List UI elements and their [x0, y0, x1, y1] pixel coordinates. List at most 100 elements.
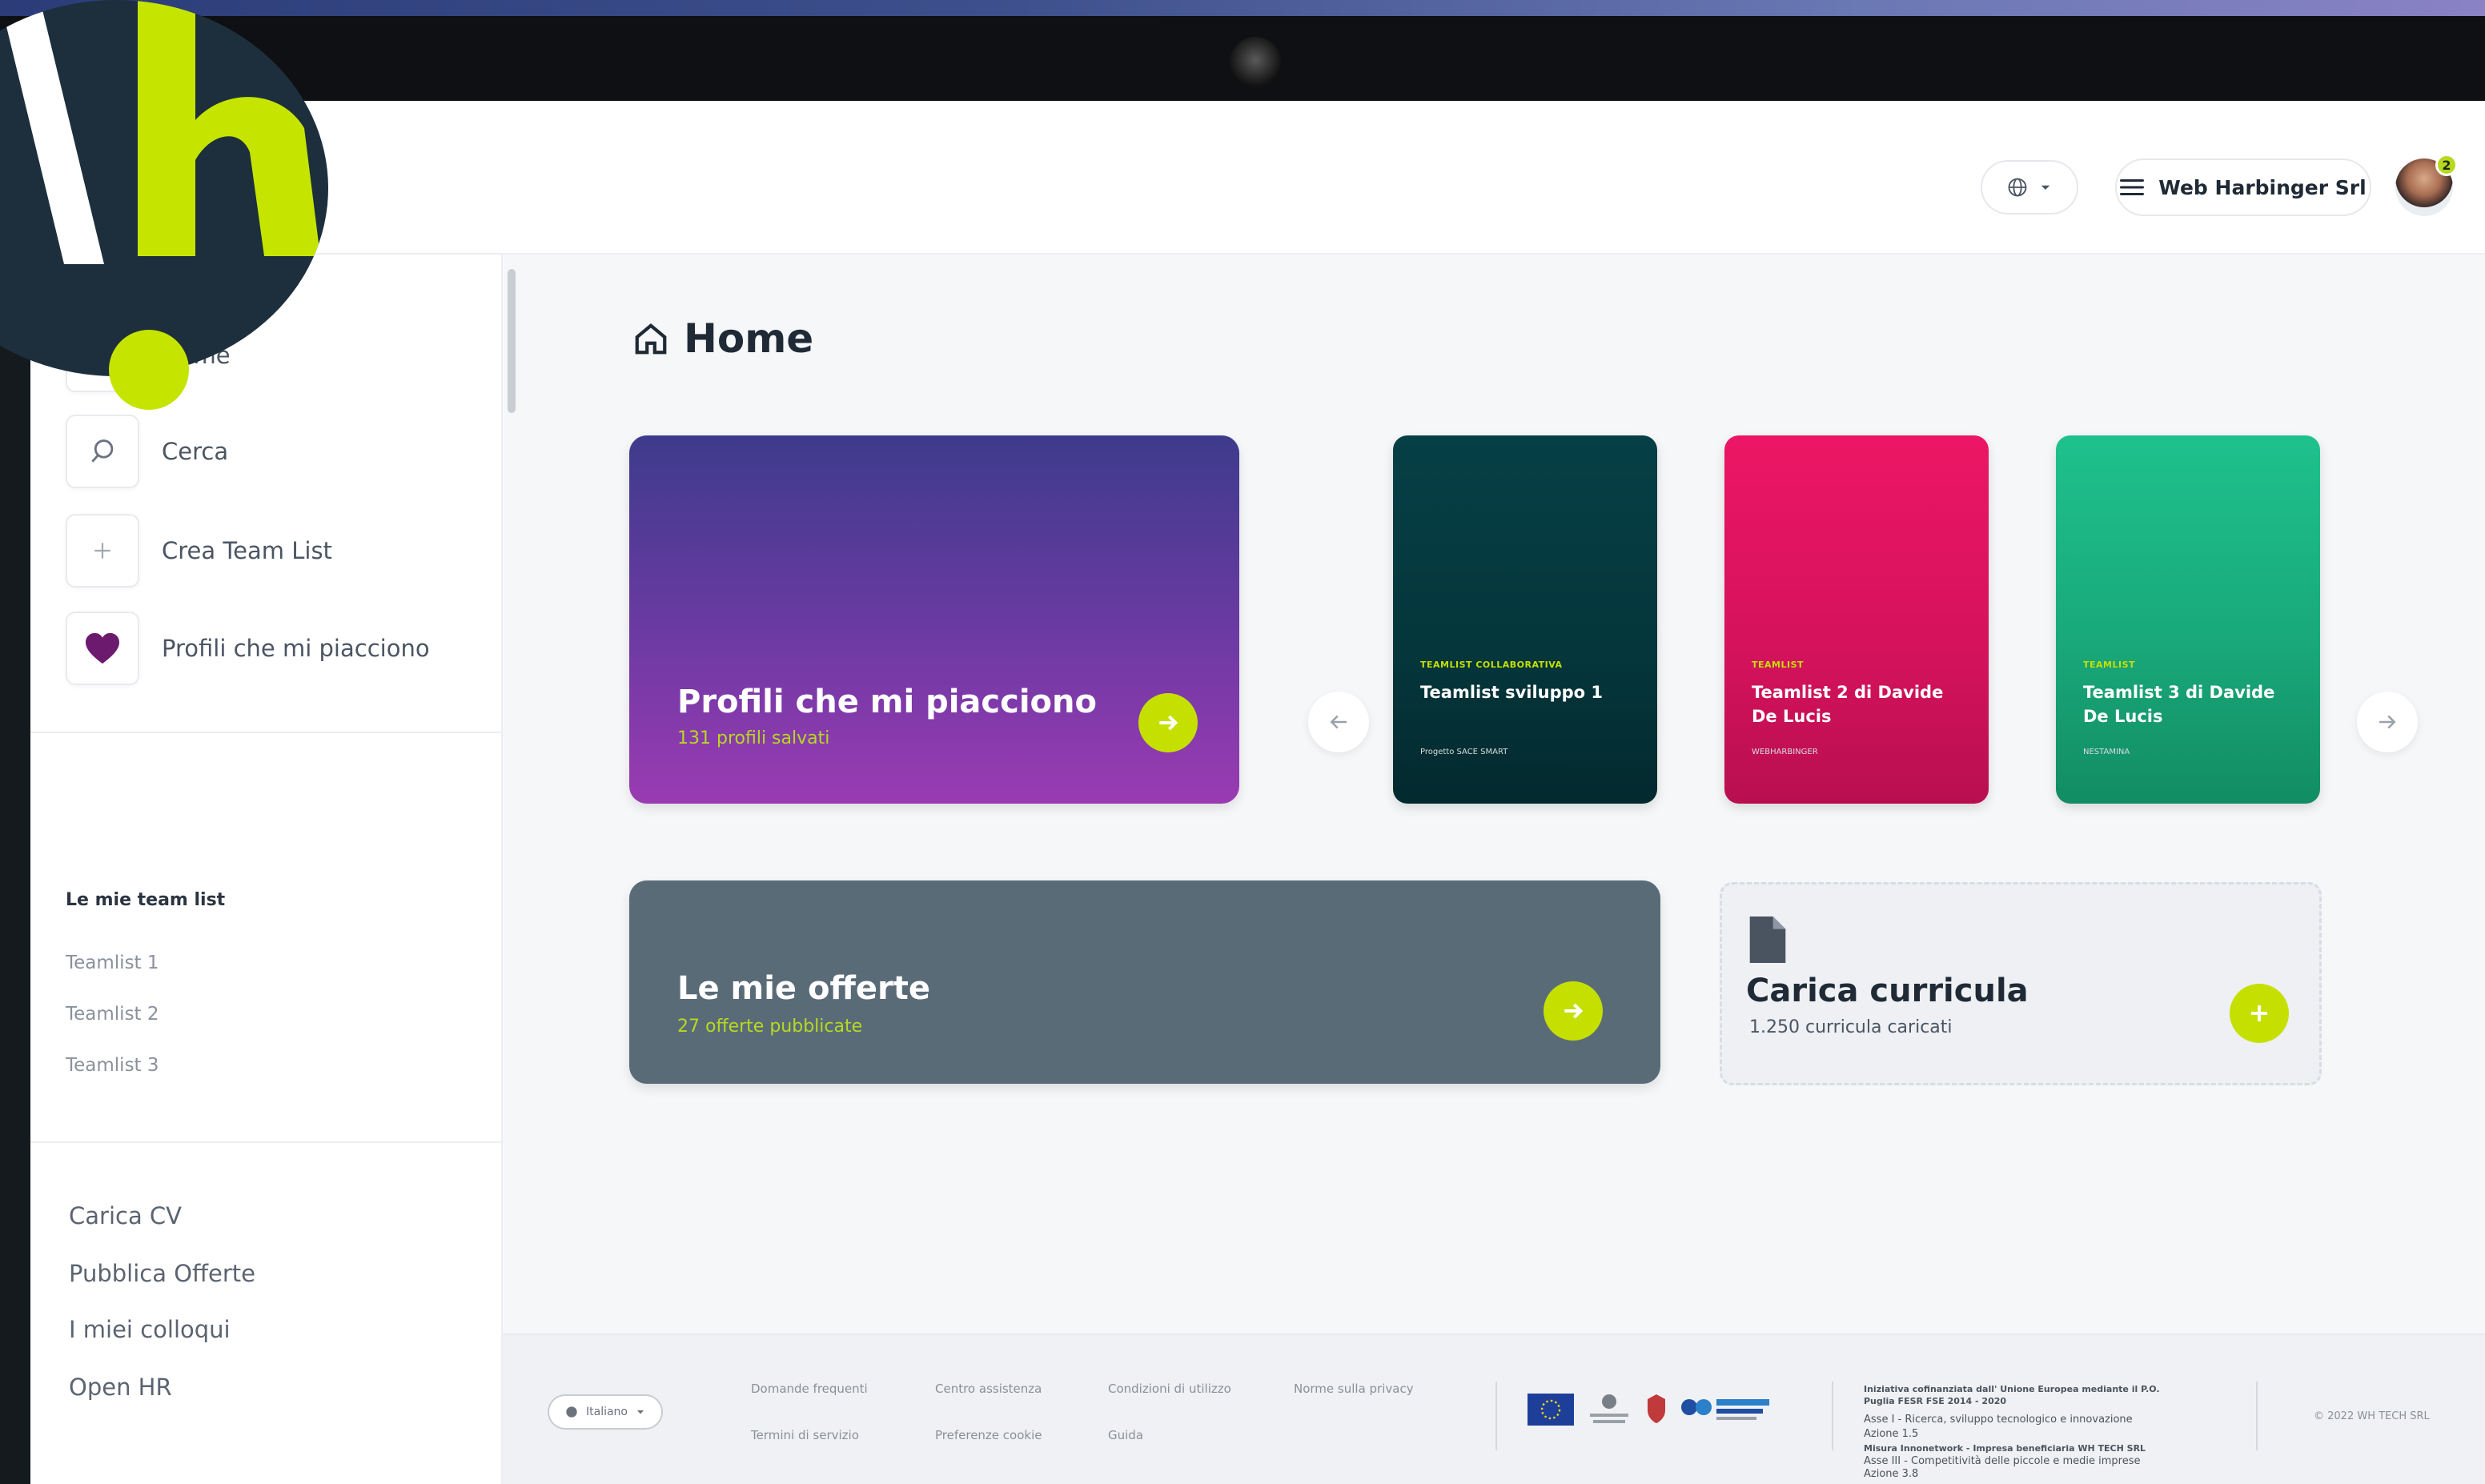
- search-icon: [91, 439, 114, 463]
- company-name: Web Harbinger Srl: [2158, 175, 2367, 199]
- footer-link-cookie-preferences[interactable]: Preferenze cookie: [935, 1428, 1042, 1442]
- sidebar-teamlist-3[interactable]: Teamlist 3: [66, 1055, 159, 1076]
- teamlist-card-tag: TEAMLIST: [2083, 660, 2136, 670]
- teamlist-card-tag: TEAMLIST: [1752, 660, 1805, 670]
- footer-legal-asse3: Asse III - Competitività delle piccole e…: [1864, 1455, 2141, 1467]
- footer-legal-asse1: Asse I - Ricerca, sviluppo tecnologico e…: [1864, 1414, 2133, 1426]
- sidebar: Home Cerca Crea Team List Profili che mi…: [30, 255, 503, 1484]
- plus-icon: [94, 543, 110, 559]
- footer-legal-beneficiary: Misura Innonetwork - Impresa beneficiari…: [1864, 1443, 2146, 1454]
- app-screen: Web Harbinger Srl 2 Home Cerca Crea Team…: [30, 101, 2485, 1484]
- link-carica-cv[interactable]: Carica CV: [69, 1202, 182, 1229]
- liked-card-title: Profili che mi piacciono: [677, 684, 1097, 720]
- company-menu-button[interactable]: Web Harbinger Srl: [2115, 158, 2371, 216]
- carousel-next-button[interactable]: [2357, 692, 2418, 752]
- my-offers-card[interactable]: Le mie offerte 27 offerte pubblicate: [629, 880, 1660, 1084]
- link-miei-colloqui[interactable]: I miei colloqui: [69, 1316, 231, 1343]
- footer-link-terms-of-service[interactable]: Termini di servizio: [751, 1428, 859, 1442]
- footer-copyright: © 2022 WH TECH SRL: [2314, 1410, 2430, 1422]
- offers-card-subtitle: 27 offerte pubblicate: [677, 1017, 863, 1037]
- footer-link-faq[interactable]: Domande frequenti: [751, 1382, 868, 1396]
- teamlist-card-meta: Progetto SACE SMART: [1420, 748, 1508, 756]
- monitor-bezel: [0, 16, 2485, 101]
- heart-icon-box: [66, 612, 139, 685]
- sidebar-item-profili[interactable]: Profili che mi piacciono: [66, 612, 430, 685]
- ministry-emblem-logo: [1585, 1391, 1633, 1428]
- menu-icon: [2120, 179, 2145, 195]
- footer-separator: [1495, 1382, 1497, 1450]
- wh-logo: [0, 0, 328, 376]
- sidebar-item-crea-team-list[interactable]: Crea Team List: [66, 514, 332, 588]
- offers-card-title: Le mie offerte: [677, 970, 930, 1007]
- footer-link-guide[interactable]: Guida: [1108, 1428, 1143, 1442]
- teamlist-card-meta: NESTAMINA: [2083, 748, 2130, 756]
- sidebar-scrollbar[interactable]: [508, 269, 516, 413]
- language-switcher[interactable]: [1981, 160, 2078, 215]
- teamlist-card-tag: TEAMLIST COLLABORATIVA: [1420, 660, 1563, 670]
- teamlist-section-title: Le mie team list: [66, 890, 226, 910]
- chevron-down-icon: [637, 1410, 644, 1414]
- plus-icon: [2251, 1005, 2267, 1021]
- heart-icon: [86, 632, 119, 664]
- footer-separator: [1832, 1382, 1833, 1450]
- offers-card-arrow-button[interactable]: [1544, 981, 1603, 1041]
- liked-card-arrow-button[interactable]: [1138, 693, 1198, 752]
- upload-cv-card[interactable]: Carica curricula 1.250 curricula caricat…: [1720, 882, 2322, 1085]
- monitor-top-edge: [0, 0, 2485, 16]
- footer-language-select[interactable]: Italiano: [548, 1394, 663, 1430]
- arrow-right-icon: [1564, 1003, 1584, 1019]
- link-pubblica-offerte[interactable]: Pubblica Offerte: [69, 1260, 255, 1287]
- footer: Italiano Domande frequenti Centro assist…: [503, 1334, 2485, 1484]
- sidebar-divider: [30, 732, 503, 733]
- sidebar-teamlist-1[interactable]: Teamlist 1: [66, 953, 159, 973]
- footer-legal-azione1: Azione 1.5: [1864, 1428, 1919, 1440]
- teamlist-card-name: Teamlist 3 di Davide De Lucis: [2083, 683, 2275, 726]
- liked-profiles-card[interactable]: Profili che mi piacciono 131 profili sal…: [629, 435, 1239, 804]
- footer-legal-azione3: Azione 3.8: [1864, 1468, 1919, 1480]
- top-header: Web Harbinger Srl 2: [30, 101, 2485, 255]
- footer-link-terms-of-use[interactable]: Condizioni di utilizzo: [1108, 1382, 1231, 1396]
- teamlist-card[interactable]: TEAMLIST COLLABORATIVA Teamlist sviluppo…: [1393, 435, 1657, 804]
- puglia-fesr-logo: [1680, 1391, 1772, 1428]
- sidebar-item-label: Cerca: [162, 438, 229, 465]
- search-icon-box: [66, 415, 139, 488]
- footer-legal-title: Iniziativa cofinanziata dall' Unione Eur…: [1864, 1384, 2160, 1406]
- user-avatar[interactable]: 2: [2395, 154, 2458, 216]
- cv-card-title: Carica curricula: [1746, 973, 2029, 1009]
- cv-card-add-button[interactable]: [2230, 984, 2289, 1043]
- wh-logo-mark: [0, 0, 320, 264]
- funding-logos: [1528, 1391, 1772, 1428]
- teamlist-card-name: Teamlist 2 di Davide De Lucis: [1752, 683, 1944, 726]
- globe-icon: [566, 1406, 577, 1418]
- sidebar-item-label: Profili che mi piacciono: [162, 635, 430, 662]
- sidebar-teamlist-2[interactable]: Teamlist 2: [66, 1004, 159, 1025]
- arrow-left-icon: [1330, 715, 1347, 729]
- link-open-hr[interactable]: Open HR: [69, 1374, 172, 1401]
- teamlist-card[interactable]: TEAMLIST Teamlist 3 di Davide De Lucis N…: [2056, 435, 2320, 804]
- home-icon: [635, 323, 667, 355]
- sidebar-divider: [30, 1141, 503, 1143]
- eu-flag-logo: [1528, 1391, 1574, 1428]
- arrow-right-icon: [1159, 715, 1178, 731]
- sidebar-item-label: Crea Team List: [162, 537, 332, 564]
- document-icon: [1749, 916, 1786, 963]
- notification-badge: 2: [2435, 154, 2458, 176]
- footer-link-privacy[interactable]: Norme sulla privacy: [1294, 1382, 1414, 1396]
- webcam: [1230, 37, 1281, 88]
- sidebar-item-cerca[interactable]: Cerca: [66, 415, 228, 488]
- footer-separator: [2256, 1382, 2258, 1450]
- carousel-prev-button[interactable]: [1308, 692, 1369, 752]
- globe-icon: [2008, 178, 2027, 197]
- footer-language-value: Italiano: [586, 1406, 628, 1418]
- footer-link-support[interactable]: Centro assistenza: [935, 1382, 1042, 1396]
- cv-card-subtitle: 1.250 curricula caricati: [1749, 1017, 1953, 1037]
- plus-icon-box: [66, 514, 139, 588]
- liked-card-subtitle: 131 profili salvati: [677, 728, 830, 748]
- page-heading: Home: [632, 315, 813, 362]
- teamlist-card[interactable]: TEAMLIST Teamlist 2 di Davide De Lucis W…: [1724, 435, 1989, 804]
- chevron-down-icon: [2041, 185, 2050, 190]
- teamlist-card-name: Teamlist sviluppo 1: [1420, 683, 1604, 702]
- region-emblem-logo: [1644, 1391, 1668, 1428]
- arrow-right-icon: [2379, 715, 2396, 729]
- wh-logo-dot: [109, 330, 189, 410]
